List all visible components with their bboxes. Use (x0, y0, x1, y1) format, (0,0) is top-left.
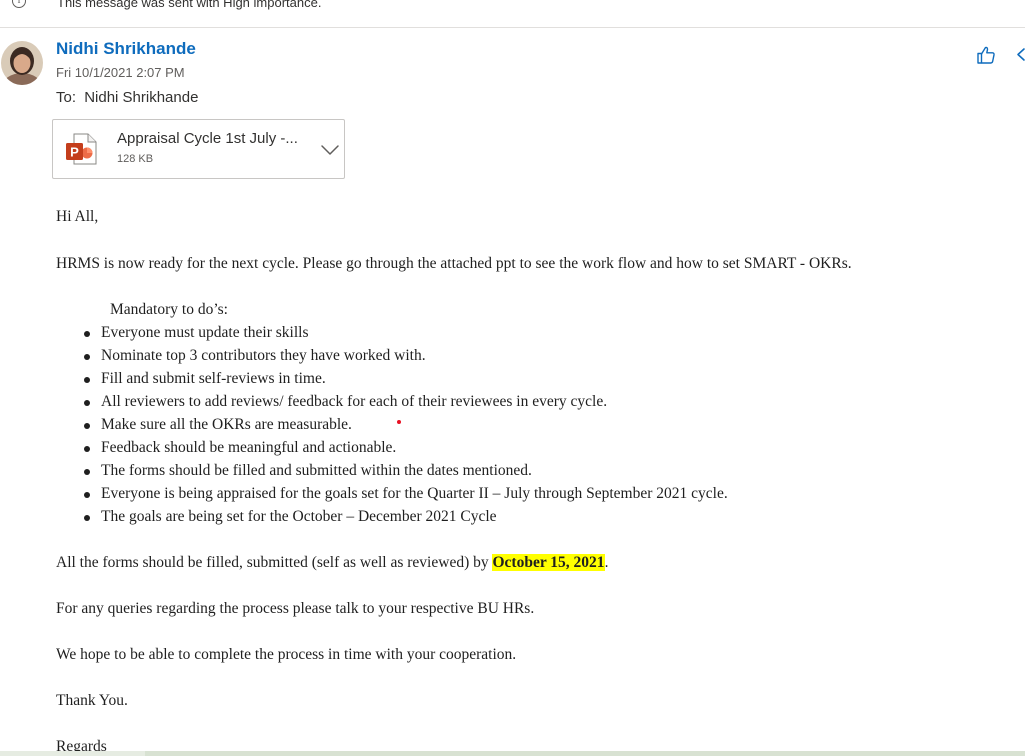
deadline-paragraph: All the forms should be filled, submitte… (56, 554, 608, 572)
deadline-suffix: . (604, 554, 609, 571)
mandatory-heading: Mandatory to do’s: (110, 301, 228, 318)
list-item: All reviewers to add reviews/ feedback f… (84, 393, 728, 416)
list-item: Everyone must update their skills (84, 324, 728, 347)
queries-paragraph: For any queries regarding the process pl… (56, 600, 535, 617)
like-button[interactable] (975, 44, 997, 66)
attachment-size: 128 KB (117, 153, 154, 165)
attachment-name: Appraisal Cycle 1st July -... (117, 130, 298, 147)
deadline-date: October 15, 2021 (492, 554, 605, 571)
importance-text: This message was sent with High importan… (57, 0, 322, 10)
avatar-image (1, 41, 43, 85)
reply-button[interactable] (1015, 44, 1025, 66)
hope-paragraph: We hope to be able to complete the proce… (56, 646, 517, 663)
intro-paragraph: HRMS is now ready for the next cycle. Pl… (56, 255, 852, 272)
list-item: Make sure all the OKRs are measurable. (84, 416, 728, 439)
greeting: Hi All, (56, 208, 99, 225)
list-item: Everyone is being appraised for the goal… (84, 485, 728, 508)
list-item: Nominate top 3 contributors they have wo… (84, 347, 728, 370)
todo-list: Everyone must update their skills Nomina… (84, 324, 728, 531)
powerpoint-icon: P (65, 132, 99, 166)
list-item: The forms should be filled and submitted… (84, 462, 728, 485)
to-label: To: (56, 89, 77, 106)
sender-avatar[interactable] (1, 41, 43, 85)
sent-date: Fri 10/1/2021 2:07 PM (56, 65, 185, 80)
list-item: The goals are being set for the October … (84, 508, 728, 531)
list-item: Fill and submit self-reviews in time. (84, 370, 728, 393)
svg-text:P: P (70, 145, 79, 160)
attachment-card[interactable]: P Appraisal Cycle 1st July -... 128 KB (52, 119, 345, 179)
scrollbar-thumb[interactable] (145, 751, 1025, 756)
recipient-line: To: Nidhi Shrikhande (56, 89, 198, 106)
info-icon: i (12, 0, 26, 8)
importance-banner: i This message was sent with High import… (0, 0, 1025, 28)
list-item: Feedback should be meaningful and action… (84, 439, 728, 462)
recipient-name[interactable]: Nidhi Shrikhande (84, 89, 198, 106)
sender-name[interactable]: Nidhi Shrikhande (56, 39, 196, 59)
horizontal-scrollbar[interactable] (0, 751, 1025, 756)
reply-icon (1017, 48, 1025, 61)
thanks-line: Thank You. (56, 692, 128, 709)
red-dot-marker (397, 420, 401, 424)
like-icon (977, 46, 995, 64)
chevron-down-icon[interactable] (319, 140, 341, 160)
deadline-prefix: All the forms should be filled, submitte… (56, 554, 493, 571)
